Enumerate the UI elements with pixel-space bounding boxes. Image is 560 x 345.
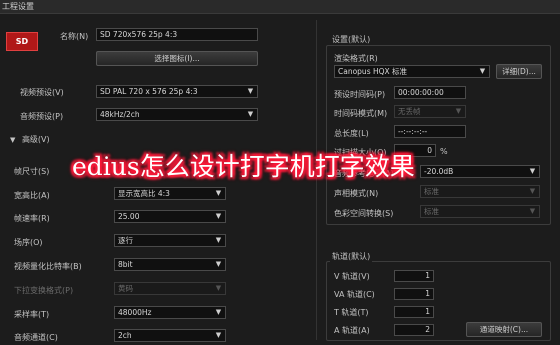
color-space-label: 色彩空间转换(S) [334,209,394,218]
track-row-label: V 轨道(V) [334,272,370,281]
timecode-mode-select: 无丢帧 ▼ [394,105,466,118]
advanced-row-label: 宽高比(A) [14,191,50,200]
chevron-down-icon: ▼ [215,308,222,316]
track-count-input[interactable]: 2 [394,324,434,336]
chevron-down-icon: ▼ [215,260,222,268]
render-format-select[interactable]: Canopus HQX 标准 ▼ [334,65,490,78]
video-preset-select[interactable]: SD PAL 720 x 576 25p 4:3 ▼ [96,85,258,98]
advanced-row-value: 显示宽高比 4:3 [118,189,170,198]
tracks-group-title: 轨道(默认) [330,251,373,262]
total-length-label: 总长度(L) [334,129,369,138]
chevron-down-icon: ▼ [215,189,222,197]
timecode-mode-label: 时间码模式(M) [334,109,388,118]
chevron-down-icon: ▼ [215,212,222,220]
advanced-row-label: 帧速率(R) [14,214,50,223]
advanced-row-value: 25.00 [118,212,140,221]
advanced-row-select[interactable]: 8bit ▼ [114,258,226,271]
audio-preset-select[interactable]: 48kHz/2ch ▼ [96,108,258,121]
chevron-down-icon: ▼ [215,331,222,339]
advanced-row-label: 视频量化比特率(B) [14,262,82,271]
chevron-down-icon: ▼ [247,110,254,118]
triangle-down-icon: ▼ [10,136,16,144]
channel-mode-select: 标准 ▼ [420,185,540,198]
details-button[interactable]: 详细(D)... [496,64,542,79]
advanced-row-label: 音频通道(C) [14,333,58,342]
render-format-value: Canopus HQX 标准 [338,67,408,76]
select-icon-button[interactable]: 选择图标(I)... [96,51,258,66]
advanced-row-select[interactable]: 25.00 ▼ [114,210,226,223]
advanced-row-select[interactable]: 逐行 ▼ [114,234,226,247]
advanced-row-value: 48000Hz [118,308,152,317]
audio-preset-value: 48kHz/2ch [100,110,140,119]
preset-timecode-label: 预设时间码(P) [334,90,386,99]
window-title: 工程设置 [2,2,34,11]
chevron-down-icon: ▼ [529,207,536,215]
advanced-row-select: 黄码 ▼ [114,282,226,295]
overlay-caption: edius怎么设计打字机打字效果 [72,152,415,181]
advanced-label: 高级(V) [21,135,50,144]
channel-mode-value: 标准 [424,187,439,196]
chevron-down-icon: ▼ [247,87,254,95]
audio-preset-label: 音频预设(P) [20,112,64,121]
advanced-row-label: 帧尺寸(S) [14,167,50,176]
chevron-down-icon: ▼ [529,167,536,175]
video-preset-value: SD PAL 720 x 576 25p 4:3 [100,87,198,96]
color-space-value: 标准 [424,207,439,216]
sd-badge: SD [6,32,38,51]
total-length-input[interactable]: --:--:--:-- [394,125,466,138]
track-count-input[interactable]: 1 [394,306,434,318]
advanced-row-value: 2ch [118,331,132,340]
track-row-label: T 轨道(T) [334,308,369,317]
channel-mode-label: 声相模式(N) [334,189,379,198]
video-preset-label: 视频预设(V) [20,88,64,97]
advanced-toggle[interactable]: ▼ 高级(V) [10,134,50,145]
advanced-row-value: 黄码 [118,284,133,293]
name-label: 名称(N) [60,32,89,41]
advanced-row-select[interactable]: 2ch ▼ [114,329,226,342]
advanced-row-value: 8bit [118,260,133,269]
chevron-down-icon: ▼ [215,284,222,292]
timecode-mode-value: 无丢帧 [398,107,421,116]
advanced-row-select[interactable]: 显示宽高比 4:3 ▼ [114,187,226,200]
chevron-down-icon: ▼ [215,236,222,244]
track-count-input[interactable]: 1 [394,288,434,300]
track-row-label: VA 轨道(C) [334,290,375,299]
track-row-label: A 轨道(A) [334,326,370,335]
track-count-input[interactable]: 1 [394,270,434,282]
channel-map-button[interactable]: 通道映射(C)... [466,322,542,337]
chevron-down-icon: ▼ [479,67,486,75]
settings-group-title: 设置(默认) [330,34,373,45]
advanced-row-label: 场序(O) [14,238,43,247]
color-space-select: 标准 ▼ [420,205,540,218]
advanced-row-label: 下拉变换格式(P) [14,286,74,295]
render-format-label: 渲染格式(R) [334,54,378,63]
chevron-down-icon: ▼ [529,187,536,195]
chevron-down-icon: ▼ [455,107,462,115]
advanced-row-value: 逐行 [118,236,133,245]
preset-timecode-input[interactable]: 00:00:00:00 [394,86,466,99]
window-titlebar: 工程设置 [0,0,560,14]
advanced-row-label: 采样率(T) [14,310,50,319]
name-input[interactable]: SD 720x576 25p 4:3 [96,28,258,41]
advanced-row-select[interactable]: 48000Hz ▼ [114,306,226,319]
